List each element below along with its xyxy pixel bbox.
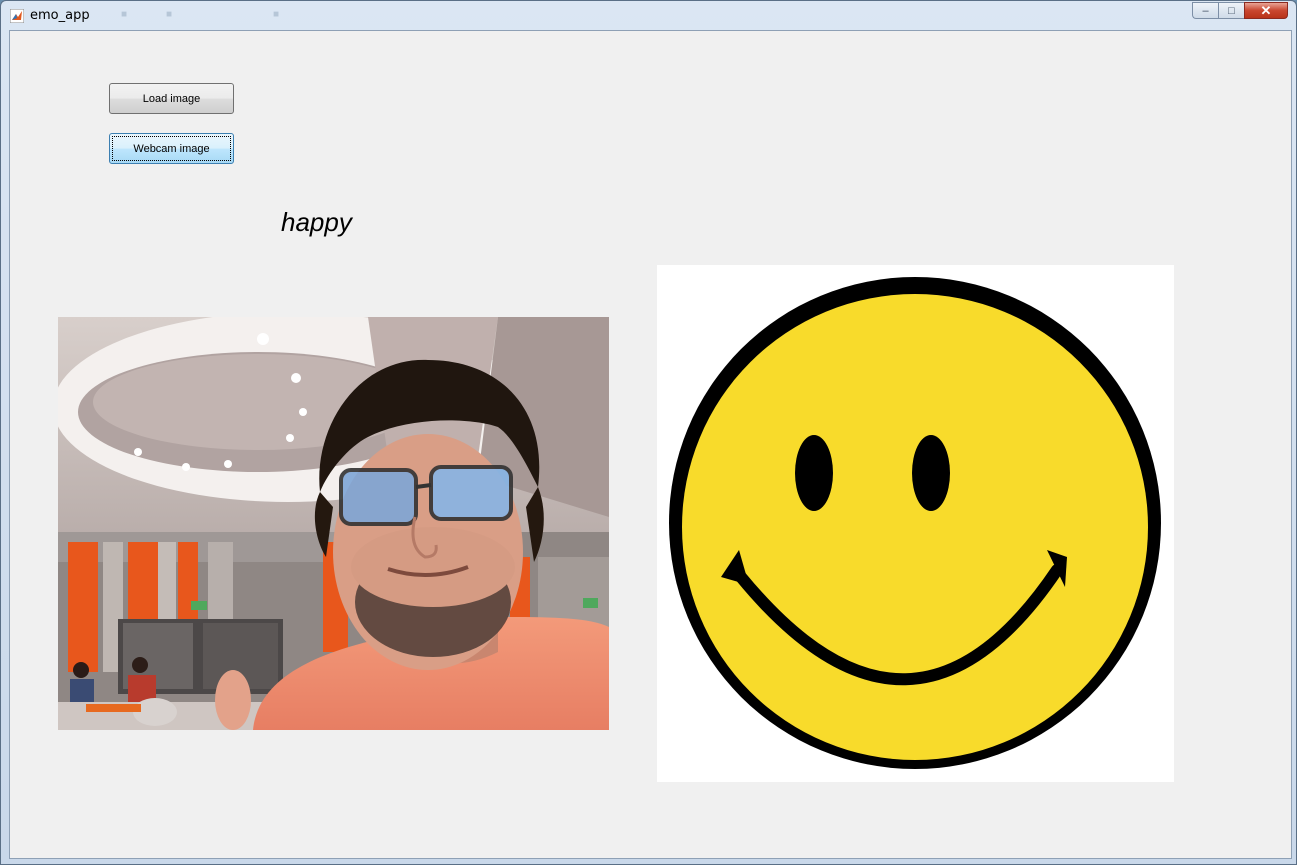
maximize-button[interactable]: □ <box>1218 2 1244 19</box>
minimize-icon: – <box>1202 4 1209 17</box>
minimize-button[interactable]: – <box>1192 2 1218 19</box>
load-image-button[interactable]: Load image <box>109 83 234 114</box>
window-controls: – □ ✕ <box>1192 2 1288 21</box>
taskbar-ghost-icon: ■ <box>121 9 128 20</box>
app-content: Load image Webcam image happy <box>9 30 1292 859</box>
title-bar[interactable]: emo_app ■ ■ ■ – □ ✕ <box>1 1 1296 30</box>
taskbar-ghost-icon: ■ <box>273 9 280 20</box>
webcam-photo <box>58 317 609 730</box>
load-image-label: Load image <box>142 92 201 105</box>
window-title: emo_app <box>30 8 90 23</box>
emotion-image-panel <box>657 265 1174 782</box>
close-icon: ✕ <box>1260 2 1272 18</box>
webcam-image-button[interactable]: Webcam image <box>109 133 234 164</box>
maximize-icon: □ <box>1228 4 1235 17</box>
app-window: emo_app ■ ■ ■ – □ ✕ Load image Webcam im… <box>0 0 1297 865</box>
smiley-face-icon <box>669 277 1161 769</box>
matlab-icon <box>10 9 24 23</box>
taskbar-ghost-icon: ■ <box>166 9 173 20</box>
webcam-photo-illustration <box>58 317 609 730</box>
emotion-label: happy <box>281 207 352 237</box>
close-button[interactable]: ✕ <box>1244 2 1288 19</box>
focus-ring <box>112 136 231 161</box>
